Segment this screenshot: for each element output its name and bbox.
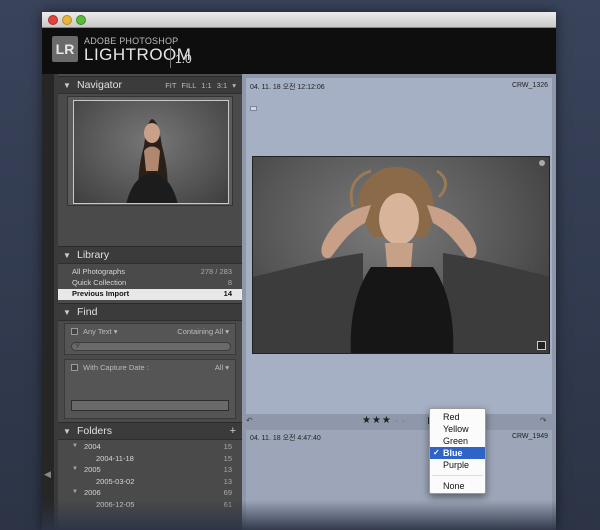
photo-thumbnail[interactable] <box>252 156 550 354</box>
find-header[interactable]: ▼ Find <box>58 303 242 321</box>
collapse-panel-icon[interactable]: ◀ <box>44 469 51 480</box>
left-edge-strip: ◀ <box>42 74 54 530</box>
triangle-down-icon: ▼ <box>63 251 71 260</box>
rotate-right-icon[interactable]: ↷ <box>540 416 547 425</box>
cell-filename: CRW_1949 <box>511 433 548 440</box>
capture-date-field[interactable] <box>71 400 229 411</box>
triangle-down-icon: ▼ <box>72 443 78 449</box>
brand-version: 1.0 <box>175 52 192 66</box>
photo-grid: 04. 11. 18 오전 12:12:06 CRW_1326 ↶ ★★★ · … <box>242 74 556 530</box>
folder-row[interactable]: 2004-11-18 15 <box>58 454 242 465</box>
rotate-left-icon[interactable]: ↶ <box>246 416 253 425</box>
any-text-checkbox[interactable] <box>71 328 78 335</box>
photo-badge-icon[interactable] <box>537 341 546 350</box>
folder-row[interactable]: ▼ 2006 69 <box>58 488 242 499</box>
navigator-preview-image[interactable] <box>73 100 229 204</box>
folders-header[interactable]: ▼ Folders + <box>58 422 242 440</box>
menu-item-green[interactable]: Green <box>430 435 485 447</box>
find-text-box: Any Text ▾ Containing All ▾ ⚲ <box>64 323 236 355</box>
rating-stars-filled: ★★★ <box>362 415 392 426</box>
library-item-all-photographs[interactable]: All Photographs 278 / 283 <box>58 267 242 278</box>
triangle-down-icon: ▼ <box>63 427 71 436</box>
menu-separator <box>432 475 483 476</box>
menu-item-yellow[interactable]: Yellow <box>430 423 485 435</box>
library-item-previous-import[interactable]: Previous Import 14 <box>58 289 242 300</box>
portrait-thumbnail-icon <box>126 119 178 203</box>
capture-date-box: With Capture Date : All ▾ <box>64 359 236 419</box>
library-title: Library <box>77 249 110 261</box>
rating-stars-empty: · · <box>395 418 406 425</box>
folder-row[interactable]: 2005-03-02 13 <box>58 477 242 488</box>
brand-divider <box>170 46 171 68</box>
capture-date-dropdown[interactable]: All ▾ <box>215 363 229 372</box>
navigator-header[interactable]: ▼ Navigator FIT FILL 1:1 3:1 ▾ <box>58 76 242 94</box>
title-bar <box>42 12 556 28</box>
left-panel: ▼ Navigator FIT FILL 1:1 3:1 ▾ ▼ Library… <box>54 74 242 530</box>
grid-cell[interactable]: 04. 11. 18 오전 4:47:40 CRW_1949 <box>246 430 552 530</box>
portrait-photo-icon <box>253 167 549 353</box>
identity-plate: LR ADOBE PHOTOSHOP LIGHTROOM 1.0 <box>42 28 556 74</box>
menu-item-none[interactable]: None <box>430 480 485 492</box>
folders-title: Folders <box>77 425 113 437</box>
folder-row[interactable]: ▼ 2004 15 <box>58 442 242 453</box>
close-window-button[interactable] <box>48 15 58 25</box>
navigator-preview-well <box>67 96 233 206</box>
library-header[interactable]: ▼ Library <box>58 246 242 264</box>
menu-item-purple[interactable]: Purple <box>430 459 485 471</box>
any-text-dropdown[interactable]: Any Text ▾ <box>83 327 117 336</box>
photo-status-dot <box>539 160 545 166</box>
checkmark-icon: ✓ <box>433 448 440 457</box>
comment-flag-icon[interactable] <box>250 106 257 111</box>
navigator-zoom-options[interactable]: FIT FILL 1:1 3:1 ▾ <box>165 77 236 94</box>
grid-cell-selected[interactable]: 04. 11. 18 오전 12:12:06 CRW_1326 <box>246 78 552 414</box>
capture-date-checkbox[interactable] <box>71 364 78 371</box>
folder-row[interactable]: ▼ 2005 13 <box>58 465 242 476</box>
triangle-down-icon: ▼ <box>72 489 78 495</box>
containing-dropdown[interactable]: Containing All ▾ <box>177 327 229 336</box>
minimize-window-button[interactable] <box>62 15 72 25</box>
zoom-window-button[interactable] <box>76 15 86 25</box>
lr-logo: LR <box>52 36 78 62</box>
rating-stars[interactable]: ★★★ · · <box>362 415 405 426</box>
menu-item-blue-label: Blue <box>443 448 463 458</box>
triangle-down-icon: ▼ <box>63 81 71 90</box>
triangle-down-icon: ▼ <box>72 466 78 472</box>
navigator-title: Navigator <box>77 79 122 91</box>
folder-row[interactable]: 2006-12-05 61 <box>58 500 242 511</box>
triangle-down-icon: ▼ <box>63 308 71 317</box>
library-item-quick-collection[interactable]: Quick Collection 8 <box>58 278 242 289</box>
find-title: Find <box>77 306 98 318</box>
color-label-menu: Red Yellow Green ✓ Blue Purple None <box>429 408 486 494</box>
cell-capture-date: 04. 11. 18 오전 4:47:40 <box>250 435 321 442</box>
find-search-input[interactable]: ⚲ <box>71 342 231 351</box>
cell-filename: CRW_1326 <box>511 82 548 89</box>
add-folder-button[interactable]: + <box>230 423 236 440</box>
menu-item-red[interactable]: Red <box>430 411 485 423</box>
cell-capture-date: 04. 11. 18 오전 12:12:06 <box>250 84 325 91</box>
search-icon: ⚲ <box>75 342 81 349</box>
capture-date-label: With Capture Date : <box>83 363 149 372</box>
menu-item-blue[interactable]: ✓ Blue <box>430 447 485 459</box>
